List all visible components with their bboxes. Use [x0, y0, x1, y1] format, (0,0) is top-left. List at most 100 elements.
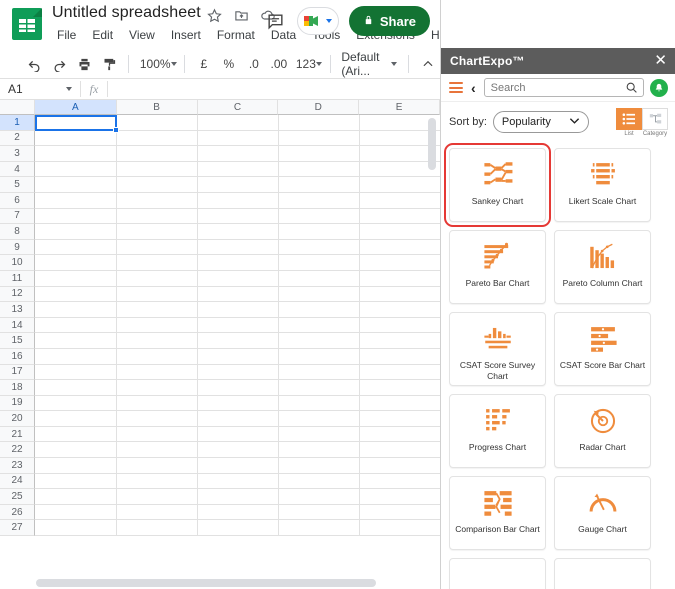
column-header-e[interactable]: E: [359, 100, 440, 115]
row-header-3[interactable]: 3: [0, 146, 35, 162]
cell-A14[interactable]: [35, 317, 117, 334]
cell-A25[interactable]: [35, 489, 117, 505]
cell-A7[interactable]: [35, 208, 117, 225]
grid-rows[interactable]: 1 2 3 4 5 6 7 8 9 10 11 12 13 14 15 16 17 18 19 20 21 22 23 24 2…: [0, 115, 440, 537]
cell-A22[interactable]: [35, 442, 117, 459]
cell-A19[interactable]: [35, 395, 117, 412]
cell-D1[interactable]: [279, 115, 360, 131]
cell-B17[interactable]: [117, 364, 198, 381]
cell-D21[interactable]: [279, 426, 360, 443]
cell-D27[interactable]: [279, 520, 360, 537]
chart-tile-progress-chart[interactable]: Progress Chart: [449, 394, 546, 468]
cell-E18[interactable]: [360, 380, 440, 396]
collapse-toolbar-icon[interactable]: [416, 52, 440, 76]
cell-D7[interactable]: [279, 208, 360, 225]
row-header-21[interactable]: 21: [0, 426, 35, 443]
row-header-27[interactable]: 27: [0, 520, 35, 537]
percent-button[interactable]: %: [217, 52, 241, 76]
column-header-d[interactable]: D: [278, 100, 360, 115]
cell-B11[interactable]: [117, 270, 198, 287]
select-all-corner[interactable]: [0, 100, 35, 115]
search-input[interactable]: Search: [483, 78, 644, 97]
view-mode-category[interactable]: Category: [642, 107, 668, 137]
row-header-13[interactable]: 13: [0, 302, 35, 318]
row-header-12[interactable]: 12: [0, 286, 35, 303]
cell-D3[interactable]: [279, 146, 360, 162]
cell-B1[interactable]: [117, 115, 198, 131]
chart-tile-radar-chart[interactable]: Radar Chart: [554, 394, 651, 468]
cell-A23[interactable]: [35, 458, 117, 474]
row-header-6[interactable]: 6: [0, 192, 35, 209]
cell-D15[interactable]: [279, 333, 360, 349]
cell-B15[interactable]: [117, 333, 198, 349]
cell-C6[interactable]: [198, 192, 279, 209]
cell-D25[interactable]: [279, 489, 360, 505]
chart-list[interactable]: Sankey Chart Likert Scale Chart Pareto Bar…: [441, 143, 675, 589]
cell-C20[interactable]: [198, 411, 279, 427]
menu-format[interactable]: Format: [212, 26, 260, 44]
cell-B5[interactable]: [117, 177, 198, 193]
name-box[interactable]: A1: [0, 79, 80, 100]
cell-A6[interactable]: [35, 192, 117, 209]
back-chevron-icon[interactable]: ‹: [469, 80, 478, 96]
cell-A13[interactable]: [35, 302, 117, 318]
name-box-caret-icon[interactable]: [66, 87, 72, 91]
row-header-22[interactable]: 22: [0, 442, 35, 459]
cell-A1[interactable]: [35, 115, 117, 131]
cell-A12[interactable]: [35, 286, 117, 303]
chart-tile-pareto-column-chart[interactable]: Pareto Column Chart: [554, 230, 651, 304]
row-header-14[interactable]: 14: [0, 317, 35, 334]
cell-D17[interactable]: [279, 364, 360, 381]
cell-C24[interactable]: [198, 473, 279, 490]
menu-insert[interactable]: Insert: [166, 26, 206, 44]
hamburger-icon[interactable]: [449, 82, 463, 93]
cell-E24[interactable]: [360, 473, 440, 490]
cell-A10[interactable]: [35, 255, 117, 271]
cell-E27[interactable]: [360, 520, 440, 537]
move-to-folder-icon[interactable]: [232, 6, 250, 24]
row-header-1[interactable]: 1: [0, 115, 35, 131]
cell-A27[interactable]: [35, 520, 117, 537]
row-header-9[interactable]: 9: [0, 239, 35, 256]
cell-C3[interactable]: [198, 146, 279, 162]
cell-C22[interactable]: [198, 442, 279, 459]
zoom-selector[interactable]: 100%: [136, 52, 177, 76]
cell-D14[interactable]: [279, 317, 360, 334]
paint-format-icon[interactable]: [97, 52, 121, 76]
cell-D12[interactable]: [279, 286, 360, 303]
notification-bell-icon[interactable]: [650, 78, 668, 97]
cell-A9[interactable]: [35, 239, 117, 256]
currency-button[interactable]: £: [192, 52, 216, 76]
cell-D23[interactable]: [279, 458, 360, 474]
row-header-7[interactable]: 7: [0, 208, 35, 225]
cell-C2[interactable]: [198, 130, 279, 147]
cell-E19[interactable]: [360, 395, 440, 412]
cell-C5[interactable]: [198, 177, 279, 193]
cell-D20[interactable]: [279, 411, 360, 427]
cell-D4[interactable]: [279, 161, 360, 178]
cell-D2[interactable]: [279, 130, 360, 147]
cell-D9[interactable]: [279, 239, 360, 256]
cell-E8[interactable]: [360, 224, 440, 240]
comment-icon[interactable]: [265, 10, 287, 32]
cell-B13[interactable]: [117, 302, 198, 318]
cell-B27[interactable]: [117, 520, 198, 537]
cell-E14[interactable]: [360, 317, 440, 334]
cell-C27[interactable]: [198, 520, 279, 537]
row-header-4[interactable]: 4: [0, 161, 35, 178]
cell-A11[interactable]: [35, 270, 117, 287]
cell-B9[interactable]: [117, 239, 198, 256]
font-selector[interactable]: Default (Ari...: [337, 50, 401, 78]
number-format-selector[interactable]: 123: [292, 52, 323, 76]
view-mode-list[interactable]: List: [616, 107, 642, 137]
cell-A8[interactable]: [35, 224, 117, 240]
cell-A26[interactable]: [35, 504, 117, 521]
cell-E15[interactable]: [360, 333, 440, 349]
cell-B12[interactable]: [117, 286, 198, 303]
row-header-24[interactable]: 24: [0, 473, 35, 490]
cell-C17[interactable]: [198, 364, 279, 381]
cell-C4[interactable]: [198, 161, 279, 178]
row-header-25[interactable]: 25: [0, 489, 35, 505]
spreadsheet-grid[interactable]: A B C D E 1 2 3 4 5 6 7 8 9 10 11 12 13 14 15 16 17 18 19 2…: [0, 100, 440, 589]
cell-E9[interactable]: [360, 239, 440, 256]
